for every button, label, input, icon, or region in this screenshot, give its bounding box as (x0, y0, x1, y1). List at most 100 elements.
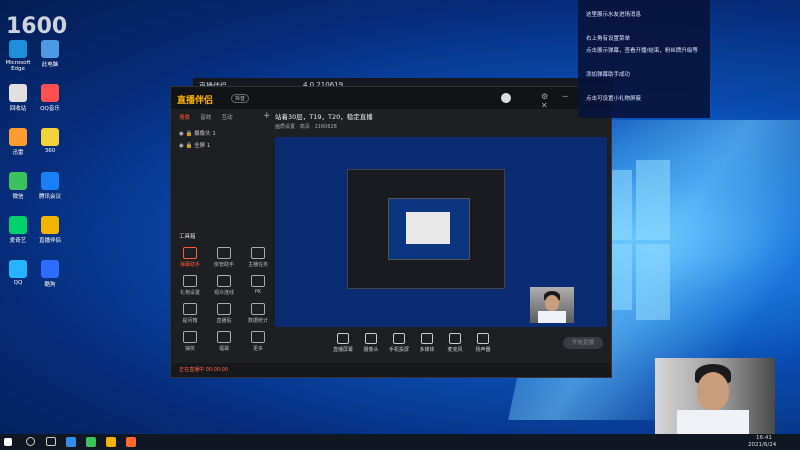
tool-icon (183, 303, 197, 315)
overlay-number: 1600 (6, 14, 68, 39)
tool-item[interactable]: 直播贴 (207, 303, 241, 324)
live-companion-window[interactable]: 直播伴侣 抖音 ⚙ ─ ▢ ✕ 场景 音效 互动 + ◉ 🔒 摄像头 1 ◉ 🔒… (170, 86, 612, 378)
scene-item-fullscreen[interactable]: ◉ 🔒 全屏 1 (179, 141, 210, 149)
taskbar-date: 2021/6/24 (748, 442, 777, 448)
source-button[interactable]: 手机投屏 (387, 333, 411, 353)
taskbar-time: 16:41 (756, 435, 772, 441)
desktop-icon[interactable]: 微信 (2, 172, 34, 200)
desktop-icon[interactable]: 回收站 (2, 84, 34, 112)
tool-icon (183, 247, 197, 259)
desktop-icon-label: Microsoft Edge (5, 60, 31, 72)
app-icon (41, 84, 59, 102)
desktop-icon-label: QQ (13, 280, 23, 286)
tool-icon (217, 275, 231, 287)
source-icon (337, 333, 349, 344)
desktop-icon-label: 腾讯会议 (38, 194, 61, 200)
notification-line: 点击可设置小礼物屏蔽 (586, 96, 642, 102)
taskbar-wechat-icon[interactable] (86, 437, 96, 447)
desktop-icon-label: 此电脑 (41, 62, 59, 68)
source-label: 多媒体 (419, 347, 435, 353)
app-icon (9, 260, 27, 278)
app-icon (41, 40, 59, 58)
taskbar-live-companion-icon[interactable] (106, 437, 116, 447)
source-button[interactable]: 直播屏幕 (331, 333, 355, 353)
nested-preview (347, 169, 505, 289)
tab-interact[interactable]: 互动 (222, 113, 233, 121)
preview-title: 站着30层，T19，T20，稳定直播 (275, 113, 373, 121)
desktop-icon[interactable]: 直播伴侣 (34, 216, 66, 244)
app-icon (41, 172, 59, 190)
taskbar: 16:41 2021/6/24 (0, 434, 800, 450)
app-icon (9, 40, 27, 58)
danmaku-helper-panel: 这里展示水友进场消息 右上角有设置菜单 点击展示弹幕，查看开播/结束，粉丝牌升级等添… (578, 0, 710, 118)
platform-badge[interactable]: 抖音 (231, 94, 250, 103)
tab-audio[interactable]: 音效 (200, 113, 211, 121)
desktop-icon-label: 360 (44, 148, 56, 154)
taskbar-edge-icon[interactable] (66, 437, 76, 447)
app-titlebar: 直播伴侣 抖音 ⚙ ─ ▢ ✕ (171, 87, 611, 110)
source-button[interactable]: 麦克风 (443, 333, 467, 353)
tool-label: 数据统计 (247, 318, 268, 324)
avatar[interactable] (501, 93, 511, 103)
tool-item[interactable]: 数据统计 (241, 303, 275, 324)
tool-icon (251, 303, 265, 315)
tool-label: 弹幕助手 (179, 262, 200, 268)
tool-label: 房管助手 (213, 262, 234, 268)
tool-item[interactable]: 抽奖 (173, 331, 207, 352)
tool-label: 抽奖 (184, 346, 195, 352)
desktop-icon[interactable]: 360 (34, 128, 66, 154)
preview-webcam (530, 287, 574, 323)
tab-scene[interactable]: 场景 (179, 113, 190, 121)
task-view-icon[interactable] (46, 437, 56, 446)
add-scene-icon[interactable]: + (263, 111, 271, 121)
tool-label: PK (254, 289, 262, 295)
status-bar: 正在直播中 00:00:00 (171, 363, 611, 377)
tool-icon (251, 247, 265, 259)
desktop: Microsoft Edge 此电脑 回收站 QQ音乐 迅雷 360 微信 腾讯会议 爱奇艺 直播… (0, 0, 800, 434)
tool-item[interactable]: 主播任务 (241, 247, 275, 268)
source-button[interactable]: 多媒体 (415, 333, 439, 353)
tool-item[interactable]: 弹幕助手 (173, 247, 207, 268)
source-icon (393, 333, 405, 344)
desktop-icon[interactable]: 腾讯会议 (34, 172, 66, 200)
tool-item[interactable]: 福袋 (207, 331, 241, 352)
desktop-icon-label: 直播伴侣 (38, 238, 61, 244)
tool-item[interactable]: 更多 (241, 331, 275, 352)
tool-label: 更多 (252, 346, 263, 352)
desktop-icon[interactable]: 迅雷 (2, 128, 34, 156)
taskbar-app-icon[interactable] (126, 437, 136, 447)
search-icon[interactable] (26, 437, 35, 446)
source-label: 直播屏幕 (332, 347, 353, 353)
scene-item-camera[interactable]: ◉ 🔒 摄像头 1 (179, 129, 216, 137)
tool-item[interactable]: 提问箱 (173, 303, 207, 324)
tool-item[interactable]: PK (241, 275, 275, 295)
source-icon (365, 333, 377, 344)
desktop-icon-label: 酷狗 (44, 282, 56, 288)
tool-label: 观众连线 (213, 290, 234, 296)
desktop-icon-label: 爱奇艺 (9, 238, 27, 244)
notification-line: 点击展示弹幕，查看开播/结束，粉丝牌升级等 (586, 48, 698, 54)
source-label: 扬声器 (475, 347, 491, 353)
toolbox-header: 工具箱 (179, 234, 196, 240)
go-live-button[interactable]: 开始直播 (563, 337, 603, 349)
preview-meta: 画质设置 · 高清 · 2160628 (275, 124, 337, 130)
start-icon[interactable] (4, 438, 12, 446)
desktop-icon[interactable]: 此电脑 (34, 40, 66, 68)
tool-icon (251, 331, 265, 343)
desktop-icon[interactable]: QQ音乐 (34, 84, 66, 112)
tool-item[interactable]: 礼物设置 (173, 275, 207, 296)
desktop-icon[interactable]: 酷狗 (34, 260, 66, 288)
desktop-icon[interactable]: Microsoft Edge (2, 40, 34, 72)
notification-line: 这里展示水友进场消息 (586, 12, 642, 18)
desktop-icon[interactable]: 爱奇艺 (2, 216, 34, 244)
tool-item[interactable]: 观众连线 (207, 275, 241, 296)
source-button[interactable]: 扬声器 (471, 333, 495, 353)
desktop-icon[interactable]: QQ (2, 260, 34, 286)
source-icon (421, 333, 433, 344)
tool-icon (183, 331, 197, 343)
source-toolbar: 开始直播 直播屏幕 摄像头 手机投屏 多媒体 麦克风 扬声器 (271, 331, 611, 361)
tool-label: 礼物设置 (179, 290, 200, 296)
tool-item[interactable]: 房管助手 (207, 247, 241, 268)
source-label: 摄像头 (363, 347, 379, 353)
source-button[interactable]: 摄像头 (359, 333, 383, 353)
